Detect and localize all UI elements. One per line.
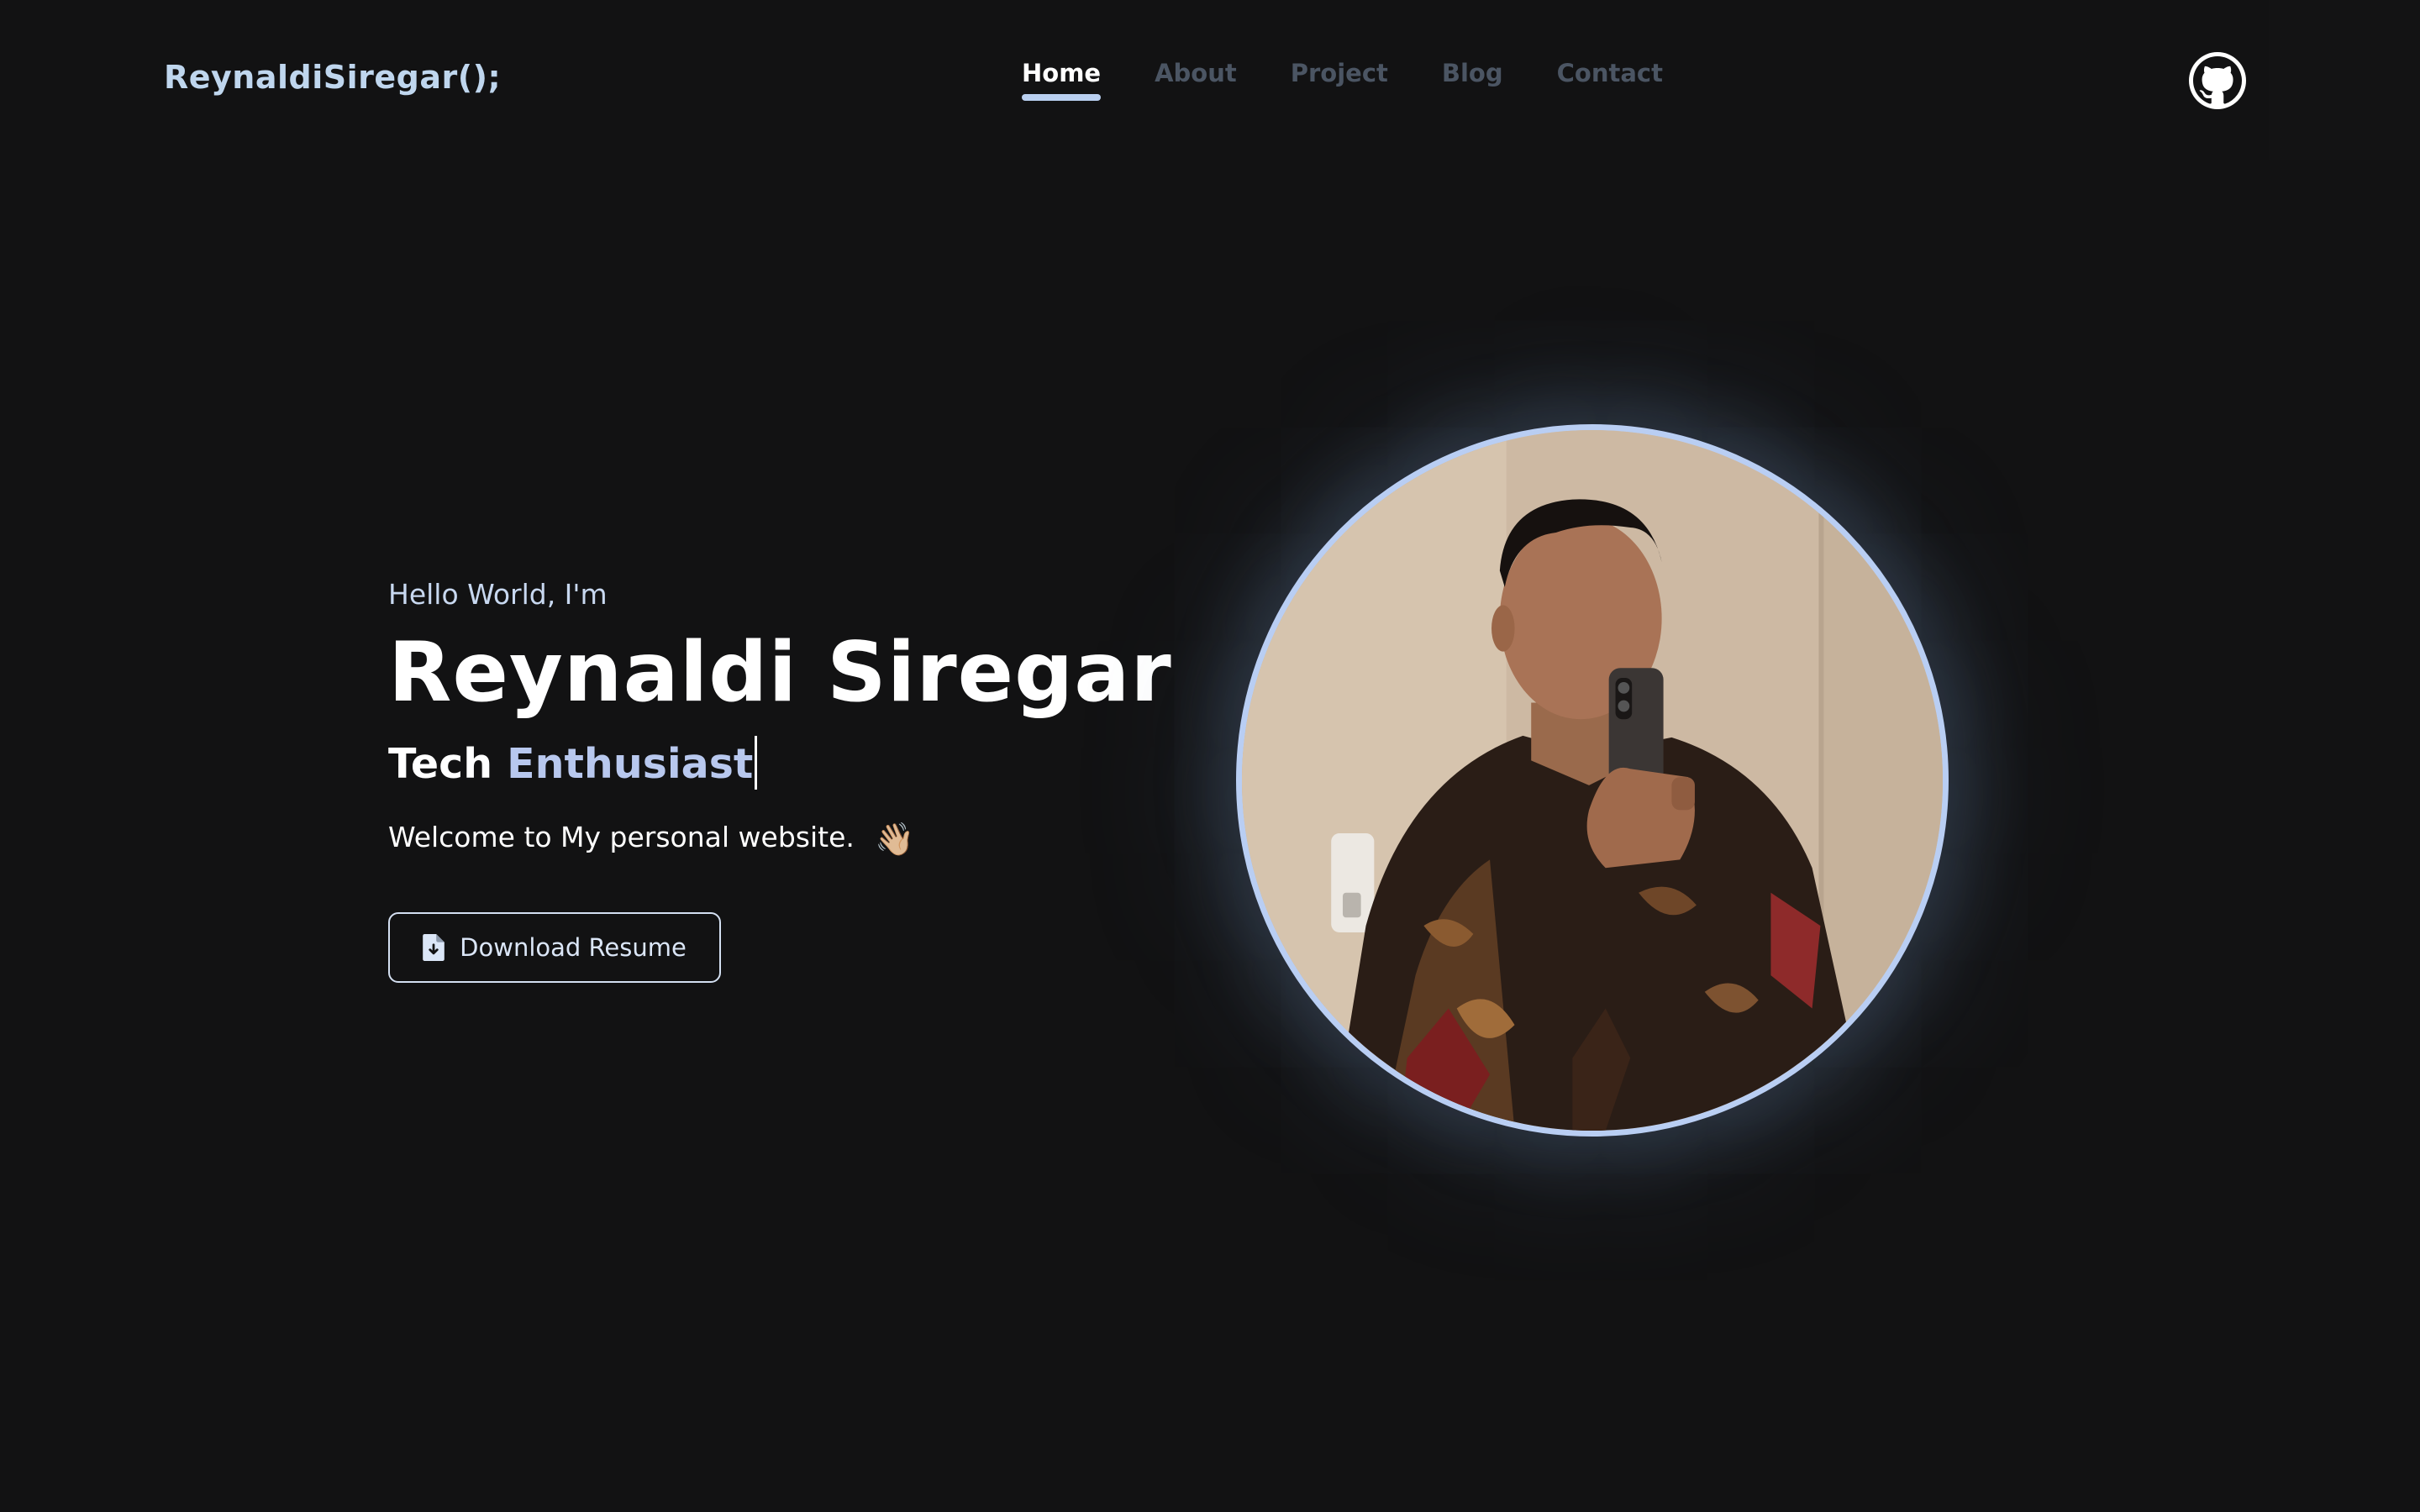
github-button[interactable] bbox=[2189, 52, 2246, 109]
nav-about-label: About bbox=[1155, 59, 1237, 87]
profile-photo bbox=[1236, 424, 1949, 1137]
wave-icon: 👋🏼 bbox=[875, 821, 915, 858]
nav-blog-label: Blog bbox=[1441, 59, 1503, 87]
header-edge bbox=[2269, 0, 2420, 160]
page: ReynaldiSiregar(); Home About Project Bl… bbox=[0, 0, 2420, 1512]
navbar: ReynaldiSiregar(); Home About Project Bl… bbox=[0, 0, 2269, 160]
hero-role: Tech Enthusiast bbox=[388, 736, 1172, 792]
github-icon bbox=[2193, 56, 2242, 104]
nav-contact[interactable]: Contact bbox=[1557, 59, 1663, 102]
download-resume-button[interactable]: Download Resume bbox=[388, 912, 721, 983]
file-download-icon bbox=[423, 934, 445, 961]
welcome-text: Welcome to My personal website. bbox=[388, 821, 855, 853]
typing-caret bbox=[755, 736, 758, 790]
nav-active-indicator bbox=[1022, 94, 1102, 101]
nav-contact-label: Contact bbox=[1556, 59, 1663, 87]
nav-home[interactable]: Home bbox=[1022, 59, 1102, 102]
nav-blog[interactable]: Blog bbox=[1442, 59, 1503, 102]
role-prefix: Tech bbox=[388, 740, 493, 788]
brand-logo[interactable]: ReynaldiSiregar(); bbox=[164, 59, 501, 96]
nav-home-label: Home bbox=[1022, 59, 1102, 87]
nav-project[interactable]: Project bbox=[1291, 59, 1388, 102]
download-resume-label: Download Resume bbox=[460, 933, 687, 962]
role-typing-word: Enthusiast bbox=[507, 740, 754, 788]
hero-name: Reynaldi Siregar bbox=[388, 625, 1172, 721]
nav-project-label: Project bbox=[1290, 59, 1388, 87]
hero-greeting: Hello World, I'm bbox=[388, 578, 608, 611]
nav-links: Home About Project Blog Contact bbox=[1022, 59, 1717, 102]
welcome-message: Welcome to My personal website. 👋🏼 bbox=[388, 817, 1172, 859]
profile-photo-illustration bbox=[1242, 430, 1943, 1131]
hero-intro: Hello World, I'm Reynaldi Siregar Tech E… bbox=[388, 575, 1172, 983]
nav-about[interactable]: About bbox=[1155, 59, 1237, 102]
